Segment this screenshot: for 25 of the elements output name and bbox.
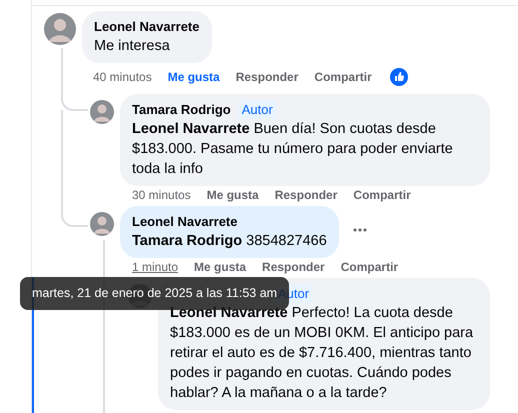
avatar[interactable] xyxy=(90,100,114,124)
author-name[interactable]: Leonel Navarrete xyxy=(132,213,238,231)
author-badge: Autor xyxy=(238,101,276,119)
timestamp-link[interactable]: 1 minuto xyxy=(132,259,178,275)
more-icon[interactable] xyxy=(352,228,367,232)
like-link[interactable]: Me gusta xyxy=(168,69,220,85)
author-name[interactable]: Tamara Rodrigo xyxy=(132,101,231,119)
avatar[interactable] xyxy=(90,212,114,236)
timestamp-link[interactable]: 40 minutos xyxy=(93,69,152,85)
reply-link[interactable]: Responder xyxy=(236,69,298,85)
avatar[interactable] xyxy=(44,13,76,45)
like-icon[interactable] xyxy=(390,68,408,86)
reply-link[interactable]: Responder xyxy=(274,187,338,203)
comment-text: Tamara Rodrigo 3854827466 xyxy=(132,232,327,251)
like-link[interactable]: Me gusta xyxy=(194,259,246,275)
reply-link[interactable]: Responder xyxy=(262,259,325,275)
like-link[interactable]: Me gusta xyxy=(206,187,259,203)
comment-text: Me interesa xyxy=(94,37,171,56)
author-name[interactable]: Leonel Navarrete xyxy=(94,18,200,36)
timestamp-link[interactable]: 30 minutos xyxy=(132,187,191,203)
share-link[interactable]: Compartir xyxy=(353,187,411,203)
comment-text: Leonel Navarrete Buen día! Son cuotas desde $183.000. Pasame tu número para poder enviarte toda la info xyxy=(132,120,454,179)
share-link[interactable]: Compartir xyxy=(314,69,372,85)
share-link[interactable]: Compartir xyxy=(340,259,398,275)
comment-text: Leonel Navarrete Perfecto! La cuota desde $183.000 es de un MOBI 0KM. El anticipo para retirar el auto es de $7.716.400, mientras tanto podes ir pagando en cuotas. Cuándo podes hablar? A la mañana o a la tarde? xyxy=(170,304,474,403)
